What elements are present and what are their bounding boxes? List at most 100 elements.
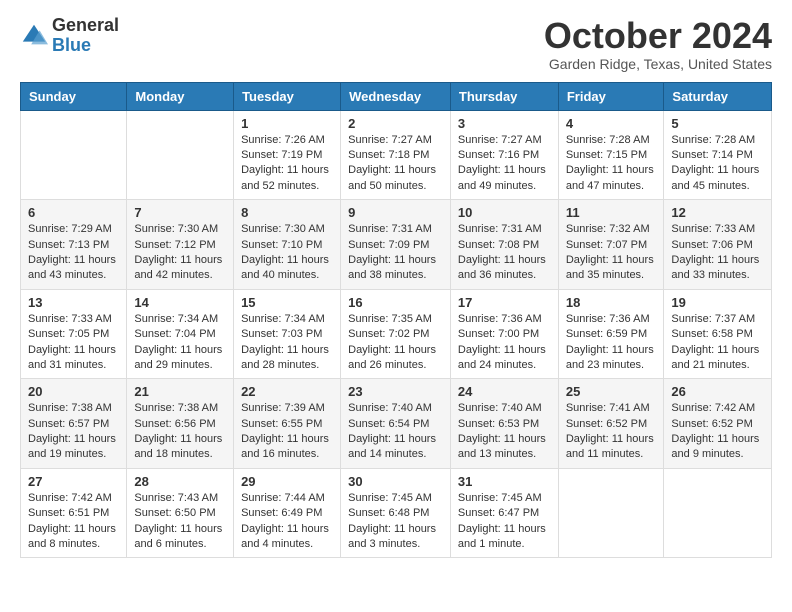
day-info: Sunrise: 7:30 AM Sunset: 7:12 PM Dayligh…: [134, 222, 226, 284]
day-number: 20: [28, 384, 119, 399]
day-info: Sunrise: 7:31 AM Sunset: 7:09 PM Dayligh…: [348, 222, 443, 284]
day-number: 8: [241, 205, 333, 220]
day-info: Sunrise: 7:45 AM Sunset: 6:48 PM Dayligh…: [348, 491, 443, 553]
calendar-cell: 20 Sunrise: 7:38 AM Sunset: 6:57 PM Dayli…: [21, 379, 127, 469]
day-number: 14: [134, 295, 226, 310]
day-info: Sunrise: 7:44 AM Sunset: 6:49 PM Dayligh…: [241, 491, 333, 553]
day-number: 6: [28, 205, 119, 220]
col-tuesday: Tuesday: [234, 82, 341, 110]
day-number: 13: [28, 295, 119, 310]
calendar-cell: 14 Sunrise: 7:34 AM Sunset: 7:04 PM Dayli…: [127, 289, 234, 379]
day-info: Sunrise: 7:35 AM Sunset: 7:02 PM Dayligh…: [348, 312, 443, 374]
calendar-cell: 13 Sunrise: 7:33 AM Sunset: 7:05 PM Dayli…: [21, 289, 127, 379]
calendar-cell: 2Sunrise: 7:27 AM Sunset: 7:18 PM Daylig…: [341, 110, 451, 200]
logo-blue: Blue: [52, 35, 91, 55]
col-thursday: Thursday: [450, 82, 558, 110]
calendar-cell: 31Sunrise: 7:45 AM Sunset: 6:47 PM Dayli…: [450, 468, 558, 558]
day-info: Sunrise: 7:32 AM Sunset: 7:07 PM Dayligh…: [566, 222, 657, 284]
day-number: 4: [566, 116, 657, 131]
logo-general: General: [52, 15, 119, 35]
calendar-cell: 21 Sunrise: 7:38 AM Sunset: 6:56 PM Dayli…: [127, 379, 234, 469]
calendar-cell: 19 Sunrise: 7:37 AM Sunset: 6:58 PM Dayli…: [664, 289, 772, 379]
day-number: 17: [458, 295, 551, 310]
col-wednesday: Wednesday: [341, 82, 451, 110]
day-info: Sunrise: 7:37 AM Sunset: 6:58 PM Dayligh…: [671, 312, 764, 374]
day-number: 22: [241, 384, 333, 399]
calendar-cell: 7 Sunrise: 7:30 AM Sunset: 7:12 PM Daylig…: [127, 200, 234, 290]
calendar-cell: 18Sunrise: 7:36 AM Sunset: 6:59 PM Dayli…: [558, 289, 664, 379]
day-number: 29: [241, 474, 333, 489]
day-number: 19: [671, 295, 764, 310]
day-info: Sunrise: 7:42 AM Sunset: 6:52 PM Dayligh…: [671, 401, 764, 463]
month-title: October 2024: [544, 16, 772, 56]
calendar-cell: [127, 110, 234, 200]
day-info: Sunrise: 7:34 AM Sunset: 7:04 PM Dayligh…: [134, 312, 226, 374]
header: General Blue October 2024 Garden Ridge, …: [20, 16, 772, 72]
calendar-cell: 28 Sunrise: 7:43 AM Sunset: 6:50 PM Dayli…: [127, 468, 234, 558]
calendar-cell: 23 Sunrise: 7:40 AM Sunset: 6:54 PM Dayli…: [341, 379, 451, 469]
day-info: Sunrise: 7:38 AM Sunset: 6:56 PM Dayligh…: [134, 401, 226, 463]
day-info: Sunrise: 7:33 AM Sunset: 7:06 PM Dayligh…: [671, 222, 764, 284]
calendar-header-row: Sunday Monday Tuesday Wednesday Thursday…: [21, 82, 772, 110]
day-info: Sunrise: 7:31 AM Sunset: 7:08 PM Dayligh…: [458, 222, 551, 284]
day-number: 15: [241, 295, 333, 310]
calendar-cell: 11 Sunrise: 7:32 AM Sunset: 7:07 PM Dayli…: [558, 200, 664, 290]
day-number: 10: [458, 205, 551, 220]
calendar-cell: 4 Sunrise: 7:28 AM Sunset: 7:15 PM Daylig…: [558, 110, 664, 200]
day-number: 9: [348, 205, 443, 220]
calendar-cell: 6Sunrise: 7:29 AM Sunset: 7:13 PM Daylig…: [21, 200, 127, 290]
day-number: 21: [134, 384, 226, 399]
calendar-week-1: 1Sunrise: 7:26 AM Sunset: 7:19 PM Daylig…: [21, 110, 772, 200]
day-info: Sunrise: 7:45 AM Sunset: 6:47 PM Dayligh…: [458, 491, 551, 553]
calendar-cell: 27 Sunrise: 7:42 AM Sunset: 6:51 PM Dayli…: [21, 468, 127, 558]
calendar-cell: 1Sunrise: 7:26 AM Sunset: 7:19 PM Daylig…: [234, 110, 341, 200]
calendar-week-3: 13 Sunrise: 7:33 AM Sunset: 7:05 PM Dayli…: [21, 289, 772, 379]
day-info: Sunrise: 7:38 AM Sunset: 6:57 PM Dayligh…: [28, 401, 119, 463]
day-number: 3: [458, 116, 551, 131]
day-number: 23: [348, 384, 443, 399]
day-info: Sunrise: 7:33 AM Sunset: 7:05 PM Dayligh…: [28, 312, 119, 374]
day-info: Sunrise: 7:28 AM Sunset: 7:15 PM Dayligh…: [566, 133, 657, 195]
logo: General Blue: [20, 16, 119, 56]
calendar-cell: 15Sunrise: 7:34 AM Sunset: 7:03 PM Dayli…: [234, 289, 341, 379]
location: Garden Ridge, Texas, United States: [544, 56, 772, 72]
calendar-cell: 3 Sunrise: 7:27 AM Sunset: 7:16 PM Daylig…: [450, 110, 558, 200]
day-info: Sunrise: 7:41 AM Sunset: 6:52 PM Dayligh…: [566, 401, 657, 463]
day-number: 25: [566, 384, 657, 399]
day-info: Sunrise: 7:27 AM Sunset: 7:16 PM Dayligh…: [458, 133, 551, 195]
calendar-cell: 24Sunrise: 7:40 AM Sunset: 6:53 PM Dayli…: [450, 379, 558, 469]
day-number: 24: [458, 384, 551, 399]
calendar-week-5: 27 Sunrise: 7:42 AM Sunset: 6:51 PM Dayli…: [21, 468, 772, 558]
day-number: 16: [348, 295, 443, 310]
title-block: October 2024 Garden Ridge, Texas, United…: [544, 16, 772, 72]
day-info: Sunrise: 7:40 AM Sunset: 6:54 PM Dayligh…: [348, 401, 443, 463]
day-number: 11: [566, 205, 657, 220]
col-saturday: Saturday: [664, 82, 772, 110]
logo-text: General Blue: [52, 16, 119, 56]
day-info: Sunrise: 7:39 AM Sunset: 6:55 PM Dayligh…: [241, 401, 333, 463]
day-info: Sunrise: 7:43 AM Sunset: 6:50 PM Dayligh…: [134, 491, 226, 553]
col-friday: Friday: [558, 82, 664, 110]
page: General Blue October 2024 Garden Ridge, …: [0, 0, 792, 578]
day-number: 7: [134, 205, 226, 220]
day-number: 28: [134, 474, 226, 489]
day-info: Sunrise: 7:30 AM Sunset: 7:10 PM Dayligh…: [241, 222, 333, 284]
day-number: 18: [566, 295, 657, 310]
day-number: 27: [28, 474, 119, 489]
day-info: Sunrise: 7:36 AM Sunset: 7:00 PM Dayligh…: [458, 312, 551, 374]
calendar-cell: 25 Sunrise: 7:41 AM Sunset: 6:52 PM Dayli…: [558, 379, 664, 469]
day-info: Sunrise: 7:42 AM Sunset: 6:51 PM Dayligh…: [28, 491, 119, 553]
day-number: 2: [348, 116, 443, 131]
col-monday: Monday: [127, 82, 234, 110]
day-info: Sunrise: 7:26 AM Sunset: 7:19 PM Dayligh…: [241, 133, 333, 195]
col-sunday: Sunday: [21, 82, 127, 110]
calendar-cell: 26Sunrise: 7:42 AM Sunset: 6:52 PM Dayli…: [664, 379, 772, 469]
calendar-cell: 30Sunrise: 7:45 AM Sunset: 6:48 PM Dayli…: [341, 468, 451, 558]
calendar-cell: 22 Sunrise: 7:39 AM Sunset: 6:55 PM Dayli…: [234, 379, 341, 469]
day-info: Sunrise: 7:28 AM Sunset: 7:14 PM Dayligh…: [671, 133, 764, 195]
calendar-week-2: 6Sunrise: 7:29 AM Sunset: 7:13 PM Daylig…: [21, 200, 772, 290]
calendar-cell: [21, 110, 127, 200]
calendar-cell: 10 Sunrise: 7:31 AM Sunset: 7:08 PM Dayli…: [450, 200, 558, 290]
calendar-cell: 29 Sunrise: 7:44 AM Sunset: 6:49 PM Dayli…: [234, 468, 341, 558]
calendar-cell: 12Sunrise: 7:33 AM Sunset: 7:06 PM Dayli…: [664, 200, 772, 290]
